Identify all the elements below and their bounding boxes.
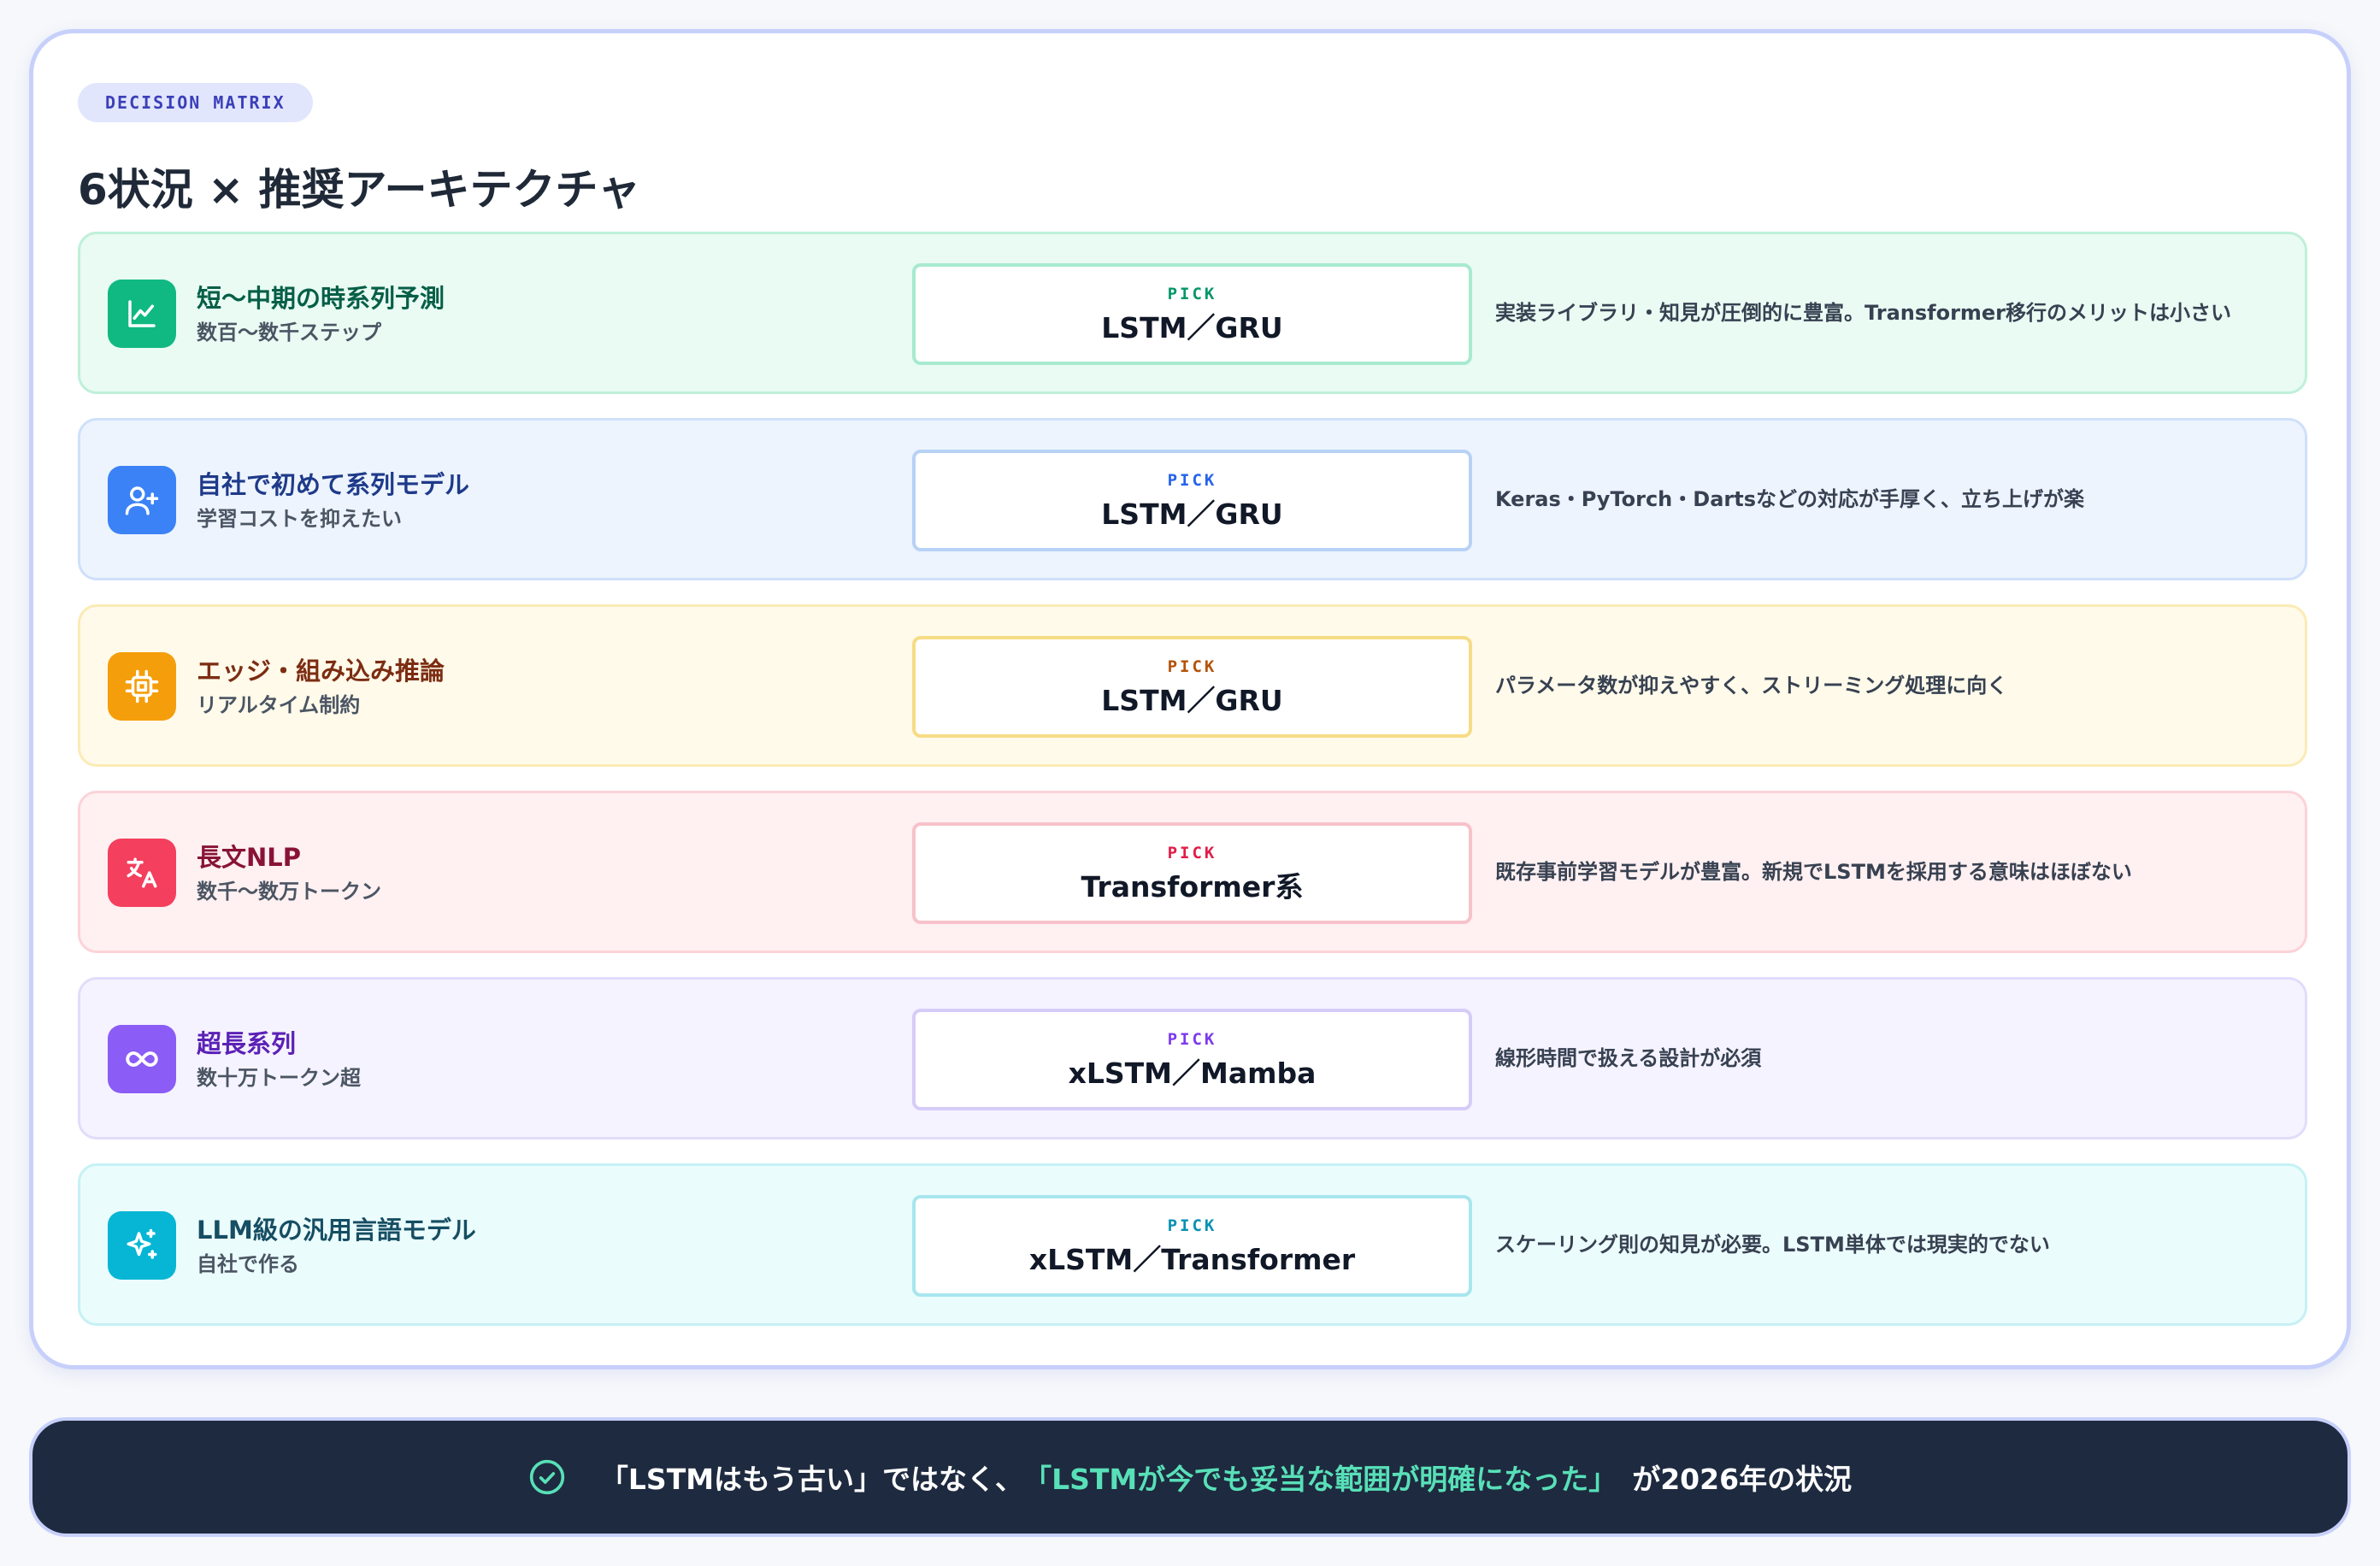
situation: LLM級の汎用言語モデル 自社で作る <box>197 1214 476 1279</box>
situation: 長文NLP 数千〜数万トークン <box>197 841 381 906</box>
pick-box: PICK LSTM／GRU <box>912 263 1472 365</box>
situation-subtitle: 数百〜数千ステップ <box>197 321 381 344</box>
pick-box: PICK Transformer系 <box>912 822 1472 924</box>
sparkles-icon <box>108 1211 176 1280</box>
matrix-rows: 短〜中期の時系列予測 数百〜数千ステップ PICK LSTM／GRU 実装ライブ… <box>78 232 2307 1326</box>
check-circle-icon <box>529 1459 565 1495</box>
situation-subtitle: リアルタイム制約 <box>197 693 361 717</box>
matrix-row: 短〜中期の時系列予測 数百〜数千ステップ PICK LSTM／GRU 実装ライブ… <box>78 232 2307 394</box>
situation: 自社で初めて系列モデル 学習コストを抑えたい <box>197 468 469 533</box>
page-title: 6状況 × 推奨アーキテクチャ <box>78 165 640 215</box>
pick-label: PICK <box>1167 470 1217 490</box>
pick-value: xLSTM／Transformer <box>1028 1242 1356 1276</box>
pick-box: PICK xLSTM／Mamba <box>912 1009 1472 1110</box>
pick-value: LSTM／GRU <box>1101 683 1283 717</box>
decision-matrix-card: DECISION MATRIX 6状況 × 推奨アーキテクチャ 短〜中期の時系列… <box>29 29 2351 1369</box>
pick-value: xLSTM／Mamba <box>1068 1056 1317 1090</box>
matrix-row: 超長系列 数十万トークン超 PICK xLSTM／Mamba 線形時間で扱える設… <box>78 977 2307 1139</box>
pick-label: PICK <box>1167 1216 1217 1235</box>
conclusion-post: が2026年の状況 <box>1632 1463 1853 1496</box>
chart-line-icon <box>108 280 176 348</box>
conclusion-pre: 「LSTMはもう古い」ではなく、 <box>599 1463 1024 1496</box>
pick-box: PICK LSTM／GRU <box>912 450 1472 551</box>
reason-text: パラメータ数が抑えやすく、ストリーミング処理に向く <box>1495 674 2008 698</box>
cpu-chip-icon <box>108 652 176 721</box>
pick-label: PICK <box>1167 843 1217 862</box>
reason-text: 線形時間で扱える設計が必須 <box>1495 1046 1762 1070</box>
situation: 短〜中期の時系列予測 数百〜数千ステップ <box>197 282 445 347</box>
situation-title: 長文NLP <box>197 843 302 872</box>
situation-subtitle: 数十万トークン超 <box>197 1066 361 1090</box>
pick-value: LSTM／GRU <box>1101 497 1283 531</box>
user-plus-icon <box>108 466 176 534</box>
matrix-row: 自社で初めて系列モデル 学習コストを抑えたい PICK LSTM／GRU Ker… <box>78 418 2307 580</box>
matrix-row: 長文NLP 数千〜数万トークン PICK Transformer系 既存事前学習… <box>78 791 2307 953</box>
translate-icon <box>108 839 176 907</box>
situation: エッジ・組み込み推論 リアルタイム制約 <box>197 655 445 720</box>
reason-text: 既存事前学習モデルが豊富。新規でLSTMを採用する意味はほぼない <box>1495 860 2132 884</box>
conclusion-banner: 「LSTMはもう古い」ではなく、 「LSTMが今でも妥当な範囲が明確になった」 … <box>29 1417 2351 1537</box>
pick-box: PICK LSTM／GRU <box>912 636 1472 738</box>
situation-title: 自社で初めて系列モデル <box>197 470 470 499</box>
pick-value: Transformer系 <box>1081 869 1304 904</box>
conclusion-highlight: 「LSTMが今でも妥当な範囲が明確になった」 <box>1023 1463 1617 1496</box>
situation-title: 超長系列 <box>197 1029 297 1058</box>
reason-text: Keras・PyTorch・Dartsなどの対応が手厚く、立ち上げが楽 <box>1495 487 2084 511</box>
situation-title: LLM級の汎用言語モデル <box>197 1216 476 1245</box>
reason-text: 実装ライブラリ・知見が圧倒的に豊富。Transformer移行のメリットは小さい <box>1495 301 2232 325</box>
pick-label: PICK <box>1167 1029 1217 1049</box>
pick-box: PICK xLSTM／Transformer <box>912 1195 1472 1297</box>
situation-subtitle: 自社で作る <box>197 1252 299 1276</box>
situation-subtitle: 学習コストを抑えたい <box>197 507 402 531</box>
matrix-row: LLM級の汎用言語モデル 自社で作る PICK xLSTM／Transforme… <box>78 1163 2307 1326</box>
pick-value: LSTM／GRU <box>1101 310 1283 344</box>
section-badge: DECISION MATRIX <box>78 83 313 122</box>
pick-label: PICK <box>1167 284 1217 303</box>
infinity-icon <box>108 1025 176 1093</box>
pick-label: PICK <box>1167 656 1217 676</box>
situation-subtitle: 数千〜数万トークン <box>197 880 381 904</box>
matrix-row: エッジ・組み込み推論 リアルタイム制約 PICK LSTM／GRU パラメータ数… <box>78 604 2307 767</box>
reason-text: スケーリング則の知見が必要。LSTM単体では現実的でない <box>1495 1233 2050 1257</box>
situation-title: 短〜中期の時系列予測 <box>197 284 445 313</box>
situation-title: エッジ・組み込み推論 <box>197 656 445 686</box>
situation: 超長系列 数十万トークン超 <box>197 1027 361 1092</box>
